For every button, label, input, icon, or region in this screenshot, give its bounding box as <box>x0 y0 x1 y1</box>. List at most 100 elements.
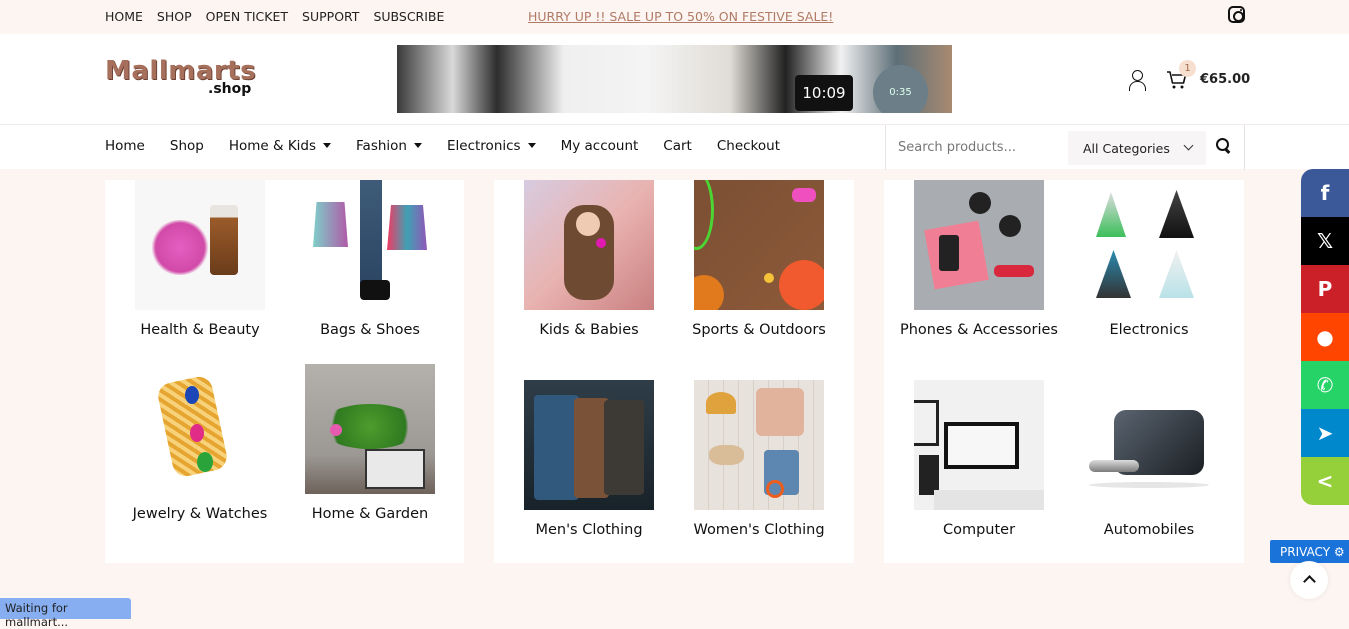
health-beauty-image <box>135 180 265 310</box>
category-label: Electronics <box>1109 322 1189 338</box>
share-telegram-button[interactable]: ➤ <box>1301 409 1349 457</box>
nav-item-label: Fashion <box>356 138 407 154</box>
share-icon: < <box>1316 469 1334 493</box>
category-tile[interactable]: Kids & Babies <box>504 180 674 338</box>
category-label: Computer <box>942 522 1016 538</box>
nav-item-label: Cart <box>663 138 692 154</box>
category-tile[interactable]: Phones & Accessories <box>894 180 1064 338</box>
computer-image <box>914 380 1044 510</box>
category-label: Jewelry & Watches <box>132 506 268 522</box>
category-tile[interactable]: Home & Garden <box>285 364 455 522</box>
nav-item-electronics[interactable]: Electronics <box>447 138 536 154</box>
account-icon[interactable] <box>1128 70 1146 91</box>
nav-item-shop[interactable]: Shop <box>170 138 204 154</box>
bags-shoes-image <box>305 180 435 310</box>
womens-clothing-image <box>694 380 824 510</box>
category-label: Sports & Outdoors <box>692 322 826 338</box>
site-logo[interactable]: Mallmarts .shop <box>105 56 256 97</box>
mens-clothing-image <box>524 380 654 510</box>
top-nav-support[interactable]: SUPPORT <box>302 9 359 24</box>
share-reddit-button[interactable]: ● <box>1301 313 1349 361</box>
nav-item-label: Electronics <box>447 138 521 154</box>
logo-domain: .shop <box>208 81 252 97</box>
automobiles-image <box>1084 380 1214 510</box>
top-bar: HOME SHOP OPEN TICKET SUPPORT SUBSCRIBE … <box>0 0 1349 34</box>
instagram-icon[interactable] <box>1228 6 1245 23</box>
nav-item-label: Checkout <box>716 138 780 154</box>
site-header: Mallmarts .shop 10:09 0:35 1 €65.00 <box>0 34 1349 124</box>
category-panel-1: Health & Beauty Bags & Shoes Jewelry & W… <box>105 180 464 563</box>
category-label: Kids & Babies <box>539 322 639 338</box>
share-pinterest-button[interactable]: P <box>1301 265 1349 313</box>
caret-down-icon <box>323 143 332 148</box>
category-label: Automobiles <box>1103 522 1195 538</box>
nav-item-home[interactable]: Home <box>105 138 145 154</box>
chevron-down-icon <box>1183 140 1194 151</box>
share-share-button[interactable]: < <box>1301 457 1349 505</box>
category-label: Women's Clothing <box>693 522 825 538</box>
electronics-image <box>1084 180 1214 310</box>
nav-item-label: My account <box>560 138 639 154</box>
home-garden-image <box>305 364 435 494</box>
share-whatsapp-button[interactable]: ✆ <box>1301 361 1349 409</box>
search-input[interactable] <box>898 133 1063 161</box>
nav-item-home-kids[interactable]: Home & Kids <box>228 138 332 154</box>
nav-item-my-account[interactable]: My account <box>561 138 639 154</box>
top-nav-open-ticket[interactable]: OPEN TICKET <box>206 9 288 24</box>
nav-item-fashion[interactable]: Fashion <box>356 138 422 154</box>
category-tile[interactable]: Women's Clothing <box>674 380 844 538</box>
category-panel-3: Phones & Accessories Electronics Compute… <box>884 180 1244 563</box>
nav-item-cart[interactable]: Cart <box>663 138 692 154</box>
category-tile[interactable]: Automobiles <box>1064 380 1234 538</box>
sports-outdoors-image <box>694 180 824 310</box>
category-tile[interactable]: Electronics <box>1064 180 1234 338</box>
category-panel-2: Kids & Babies Sports & Outdoors Men's Cl… <box>494 180 854 563</box>
top-nav-shop[interactable]: SHOP <box>157 9 192 24</box>
product-search: All Categories <box>885 125 1245 170</box>
category-label: Health & Beauty <box>140 322 260 338</box>
scroll-to-top-button[interactable] <box>1290 561 1328 599</box>
search-icon[interactable] <box>1216 138 1232 154</box>
caret-down-icon <box>527 143 536 148</box>
caret-down-icon <box>414 143 422 148</box>
category-label: Phones & Accessories <box>900 322 1058 338</box>
whatsapp-icon: ✆ <box>1316 373 1334 397</box>
category-tile[interactable]: Men's Clothing <box>504 380 674 538</box>
nav-item-label: Home <box>105 138 145 154</box>
nav-item-label: Shop <box>169 138 204 154</box>
top-nav-home[interactable]: HOME <box>105 9 143 24</box>
banner-speaker-display: 0:35 <box>873 65 928 113</box>
reddit-icon: ● <box>1316 325 1334 349</box>
browser-status-bar: Waiting for mallmart... <box>0 598 131 629</box>
category-tile[interactable]: Sports & Outdoors <box>674 180 844 338</box>
top-nav-subscribe[interactable]: SUBSCRIBE <box>373 9 444 24</box>
phones-accessories-image <box>914 180 1044 310</box>
facebook-icon: f <box>1320 181 1330 205</box>
category-select[interactable]: All Categories <box>1068 131 1206 165</box>
sale-promo-link[interactable]: HURRY UP !! SALE UP TO 50% ON FESTIVE SA… <box>528 9 833 24</box>
category-select-value: All Categories <box>1083 141 1170 156</box>
category-tile[interactable]: Computer <box>894 380 1064 538</box>
jewelry-watches-image <box>135 364 265 494</box>
main-navbar: Home Shop Home & Kids Fashion Electronics My … <box>0 124 1349 170</box>
category-tile[interactable]: Bags & Shoes <box>285 180 455 338</box>
category-label: Men's Clothing <box>535 522 643 538</box>
privacy-settings-button[interactable]: PRIVACY ⚙ <box>1270 540 1349 563</box>
share-x-button[interactable]: 𝕏 <box>1301 217 1349 265</box>
category-label: Bags & Shoes <box>320 322 420 338</box>
telegram-icon: ➤ <box>1316 421 1334 445</box>
share-facebook-button[interactable]: f <box>1301 169 1349 217</box>
smart-home-banner[interactable]: 10:09 0:35 <box>397 45 952 113</box>
social-share-bar: f 𝕏 P ● ✆ ➤ < <box>1301 169 1349 505</box>
cart-count-badge: 1 <box>1179 60 1196 77</box>
nav-item-checkout[interactable]: Checkout <box>717 138 780 154</box>
banner-clock-display: 10:09 <box>795 75 853 111</box>
pinterest-icon: P <box>1317 277 1333 301</box>
nav-item-label: Home & Kids <box>228 138 317 154</box>
x-icon: 𝕏 <box>1316 229 1334 253</box>
category-tile[interactable]: Health & Beauty <box>115 180 285 338</box>
main-menu: Home Shop Home & Kids Fashion Electronics My … <box>105 138 805 154</box>
top-nav: HOME SHOP OPEN TICKET SUPPORT SUBSCRIBE <box>105 9 444 24</box>
category-tile[interactable]: Jewelry & Watches <box>115 364 285 522</box>
cart-total[interactable]: €65.00 <box>1200 72 1250 87</box>
